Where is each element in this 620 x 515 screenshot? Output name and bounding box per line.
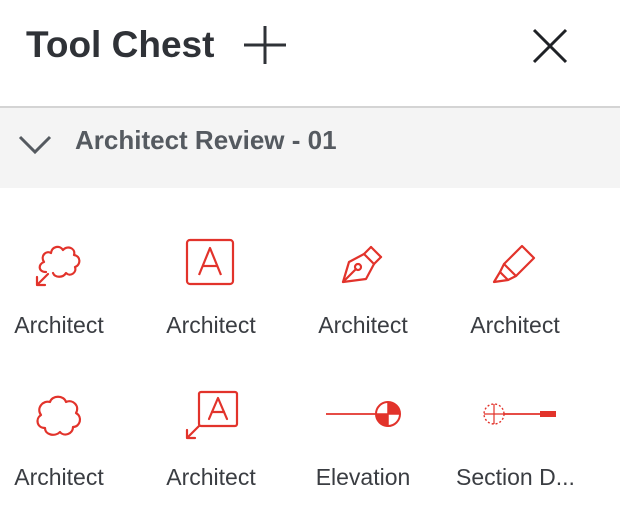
tool-label: Architect: [166, 464, 256, 490]
cloud-icon: [36, 395, 82, 436]
tool-item[interactable]: Architect: [0, 340, 152, 490]
add-tool-button[interactable]: [240, 22, 290, 68]
tool-label: Architect: [318, 312, 408, 338]
tool-item[interactable]: Architect: [152, 340, 304, 490]
tool-grid: Architect Architect Architect Architect …: [0, 188, 620, 515]
text-callout-icon: [185, 390, 239, 440]
tool-item[interactable]: Architect: [456, 188, 608, 338]
chevron-down-icon[interactable]: [18, 128, 52, 158]
close-button[interactable]: [528, 22, 572, 68]
tool-label: Architect: [14, 464, 104, 490]
close-icon: [532, 28, 568, 64]
tool-item[interactable]: Architect: [0, 188, 152, 338]
section-title: Architect Review - 01: [75, 125, 337, 155]
tool-label: Section D...: [456, 464, 574, 490]
panel-title: Tool Chest: [26, 24, 215, 65]
tool-label: Architect: [166, 312, 256, 338]
plus-icon: [244, 26, 286, 64]
tool-label: Architect: [14, 312, 104, 338]
section-header-architect-review[interactable]: Architect Review - 01: [0, 108, 620, 188]
highlighter-icon: [492, 244, 536, 284]
tool-item[interactable]: Architect: [152, 188, 304, 338]
tool-label: Elevation: [315, 464, 411, 490]
tool-chest-header: Tool Chest: [0, 0, 620, 108]
tool-label: Architect: [470, 312, 560, 338]
tool-item[interactable]: Architect: [304, 188, 456, 338]
cloud-callout-icon: [35, 245, 81, 287]
section-marker-icon: [483, 403, 556, 425]
pen-icon: [341, 245, 383, 284]
elevation-marker-icon: [326, 401, 401, 427]
tool-item[interactable]: Section D...: [456, 340, 608, 490]
tool-item[interactable]: Elevation: [304, 340, 456, 490]
text-box-icon: [185, 238, 235, 286]
